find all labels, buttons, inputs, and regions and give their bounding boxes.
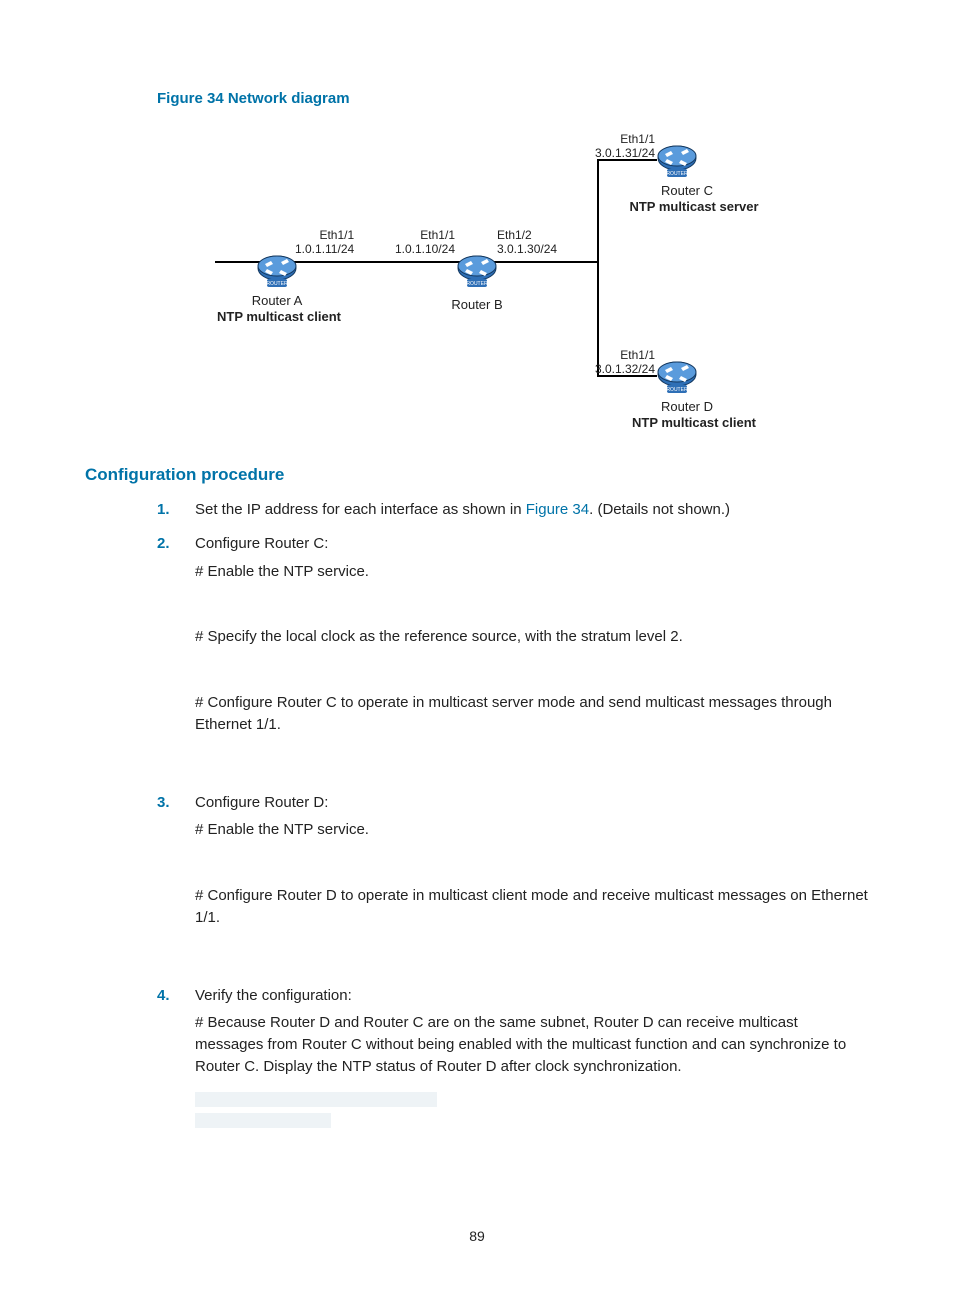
routerA-name: Router A	[252, 293, 303, 308]
figure-ref-link[interactable]: Figure 34	[526, 501, 589, 518]
step-2: Configure Router C: # Enable the NTP ser…	[157, 533, 869, 780]
routerB-name: Router B	[451, 297, 502, 312]
routerC-if-name: Eth1/1	[620, 132, 655, 146]
routerC-role: NTP multicast server	[629, 199, 758, 214]
step4-a: # Because Router D and Router C are on t…	[195, 1012, 869, 1077]
svg-text:ROUTER: ROUTER	[666, 387, 688, 393]
routerB-if1-name: Eth1/1	[420, 228, 455, 242]
router-icon: ROUTER	[657, 361, 697, 395]
step1-post: . (Details not shown.)	[589, 501, 730, 518]
svg-text:ROUTER: ROUTER	[466, 281, 488, 287]
routerA-if-ip: 1.0.1.11/24	[295, 242, 354, 256]
step2-main: Configure Router C:	[195, 533, 869, 555]
routerD-if-name: Eth1/1	[620, 348, 655, 362]
routerB-if1-ip: 1.0.1.10/24	[395, 242, 455, 256]
step1-pre: Set the IP address for each interface as…	[195, 501, 526, 518]
routerB-if2-ip: 3.0.1.30/24	[497, 242, 557, 256]
step2-a: # Enable the NTP service.	[195, 561, 869, 583]
svg-text:ROUTER: ROUTER	[266, 281, 288, 287]
routerC-if-ip: 3.0.1.31/24	[595, 146, 655, 160]
router-icon: ROUTER	[257, 255, 297, 289]
step3-a: # Enable the NTP service.	[195, 819, 869, 841]
step2-c: # Configure Router C to operate in multi…	[195, 692, 869, 736]
page: Figure 34 Network diagram ROUTER Eth1/1 …	[0, 0, 954, 1296]
redacted-line	[195, 1092, 437, 1107]
step-1: Set the IP address for each interface as…	[157, 499, 869, 521]
routerC-name: Router C	[661, 183, 713, 198]
step-4: Verify the configuration: # Because Rout…	[157, 985, 869, 1128]
routerD-name: Router D	[661, 399, 713, 414]
step4-main: Verify the configuration:	[195, 985, 869, 1007]
steps-list: Set the IP address for each interface as…	[157, 499, 869, 1128]
redacted-line	[195, 1113, 331, 1128]
svg-text:ROUTER: ROUTER	[666, 171, 688, 177]
routerA-if-name: Eth1/1	[319, 228, 354, 242]
page-number: 89	[0, 1228, 954, 1244]
router-icon: ROUTER	[657, 145, 697, 179]
routerD-role: NTP multicast client	[632, 415, 756, 430]
routerD-if-ip: 3.0.1.32/24	[595, 362, 655, 376]
step2-b: # Specify the local clock as the referen…	[195, 626, 869, 648]
network-diagram: ROUTER Eth1/1 1.0.1.11/24 Router A NTP m…	[167, 117, 787, 437]
step3-b: # Configure Router D to operate in multi…	[195, 885, 869, 929]
routerA-role: NTP multicast client	[217, 309, 341, 324]
router-icon: ROUTER	[457, 255, 497, 289]
figure-caption: Figure 34 Network diagram	[157, 90, 869, 107]
step-3: Configure Router D: # Enable the NTP ser…	[157, 792, 869, 973]
section-heading: Configuration procedure	[85, 465, 869, 485]
routerB-if2-name: Eth1/2	[497, 228, 532, 242]
step3-main: Configure Router D:	[195, 792, 869, 814]
